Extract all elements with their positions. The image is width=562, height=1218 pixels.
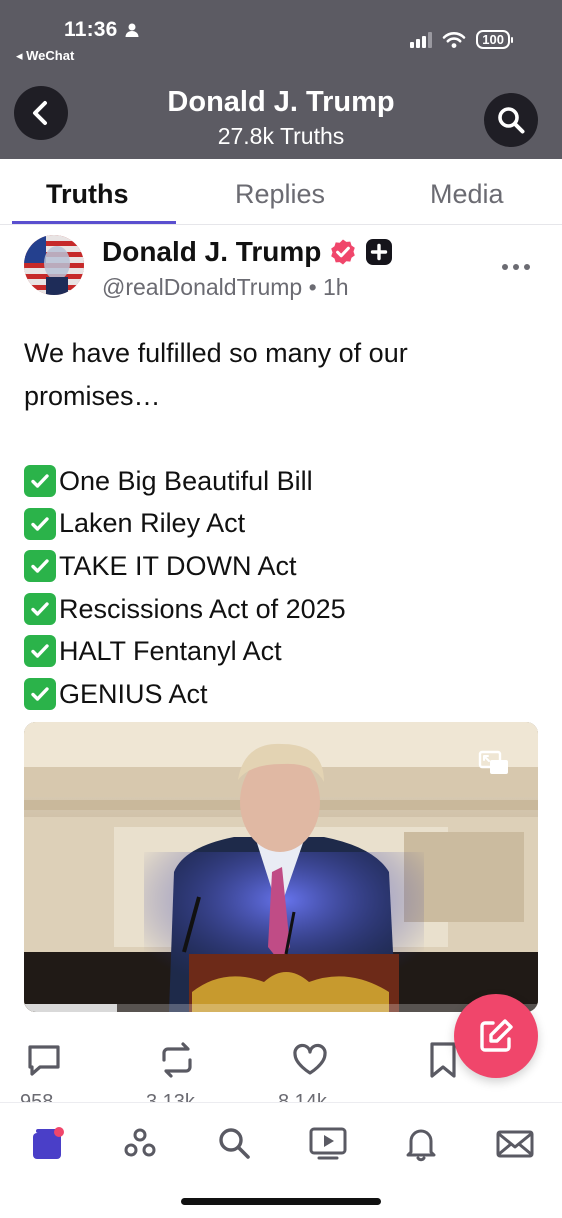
compose-icon (480, 1019, 513, 1052)
status-bar-time: 11:36 (64, 18, 140, 42)
nav-feed[interactable] (25, 1121, 69, 1165)
tab-truths[interactable]: Truths (46, 179, 129, 210)
list-item-text: HALT Fentanyl Act (59, 636, 282, 667)
like-icon (293, 1043, 327, 1075)
profile-header: 11:36 ◂ WeChat 100 Donald J. Trump 27.8k… (0, 0, 562, 159)
verified-badge-icon (331, 239, 356, 265)
like-button[interactable] (290, 1040, 330, 1085)
reply-button[interactable] (24, 1040, 64, 1085)
pip-icon[interactable] (478, 750, 510, 776)
check-mark-icon (24, 635, 56, 668)
plus-badge-icon (366, 239, 393, 265)
nav-messages[interactable] (493, 1121, 537, 1165)
active-tab-indicator (12, 221, 176, 224)
list-item-text: Laken Riley Act (59, 508, 246, 539)
more-options-button[interactable] (502, 264, 530, 270)
avatar[interactable] (24, 235, 84, 295)
check-mark-icon (24, 465, 56, 498)
list-item-text: Rescissions Act of 2025 (59, 593, 346, 624)
clock: 11:36 (64, 18, 118, 41)
video-thumbnail (24, 722, 538, 1012)
battery-indicator: 100 (476, 30, 513, 49)
list-item: One Big Beautiful Bill (24, 460, 524, 503)
post-author-name[interactable]: Donald J. Trump (102, 236, 393, 268)
nav-groups[interactable] (118, 1121, 162, 1165)
author-name-text: Donald J. Trump (102, 236, 322, 267)
list-item-text: GENIUS Act (59, 678, 208, 709)
nav-video[interactable] (306, 1121, 350, 1165)
mail-icon (496, 1130, 534, 1158)
post-text-line: promises… (24, 380, 161, 411)
tab-replies[interactable]: Replies (235, 179, 325, 210)
feed-icon (33, 1127, 64, 1159)
check-mark-icon (24, 592, 56, 625)
groups-icon (124, 1128, 156, 1157)
video-icon (309, 1127, 347, 1160)
tab-media[interactable]: Media (430, 179, 504, 210)
status-indicators: 100 (410, 30, 513, 49)
search-icon (219, 1128, 250, 1159)
retruth-count: 3.13k (146, 1091, 195, 1102)
retruth-button[interactable] (156, 1040, 198, 1085)
reply-count: 958 (20, 1091, 54, 1102)
post-author-handle: @realDonaldTrump • 1h (102, 274, 349, 300)
truths-count: 27.8k Truths (217, 123, 345, 149)
compose-button[interactable] (454, 994, 538, 1078)
home-indicator[interactable] (181, 1198, 381, 1205)
check-mark-icon (24, 507, 56, 540)
list-item: GENIUS Act (24, 673, 524, 716)
reply-icon (28, 1045, 60, 1076)
post-text: We have fulfilled so many of our promise… (24, 332, 524, 715)
search-icon (498, 107, 525, 134)
check-mark-icon (24, 550, 56, 583)
post-text-blank (24, 417, 524, 460)
more-icon (502, 264, 508, 270)
check-mark-icon (24, 678, 56, 711)
post-text-line: We have fulfilled so many of our (24, 338, 408, 368)
bell-icon (406, 1129, 436, 1162)
list-item: TAKE IT DOWN Act (24, 545, 524, 588)
back-to-wechat-link[interactable]: ◂ WeChat (16, 48, 74, 64)
profile-name-title: Donald J. Trump (167, 86, 395, 118)
profile-tabs: Truths Replies Media (0, 159, 562, 225)
avatar-image (24, 235, 84, 295)
list-item-text: One Big Beautiful Bill (59, 465, 313, 496)
nav-notifications[interactable] (399, 1121, 443, 1165)
cellular-signal-icon (410, 31, 433, 48)
post-video[interactable] (24, 722, 538, 1012)
like-count: 8.14k (278, 1091, 327, 1102)
list-item: Laken Riley Act (24, 502, 524, 545)
nav-search[interactable] (212, 1121, 256, 1165)
wifi-icon (442, 31, 466, 48)
video-progress-fill (24, 1004, 117, 1012)
person-icon (125, 23, 139, 37)
list-item: HALT Fentanyl Act (24, 630, 524, 673)
retruth-icon (162, 1042, 192, 1078)
list-item-text: TAKE IT DOWN Act (59, 550, 297, 581)
list-item: Rescissions Act of 2025 (24, 588, 524, 631)
search-button[interactable] (484, 93, 538, 147)
